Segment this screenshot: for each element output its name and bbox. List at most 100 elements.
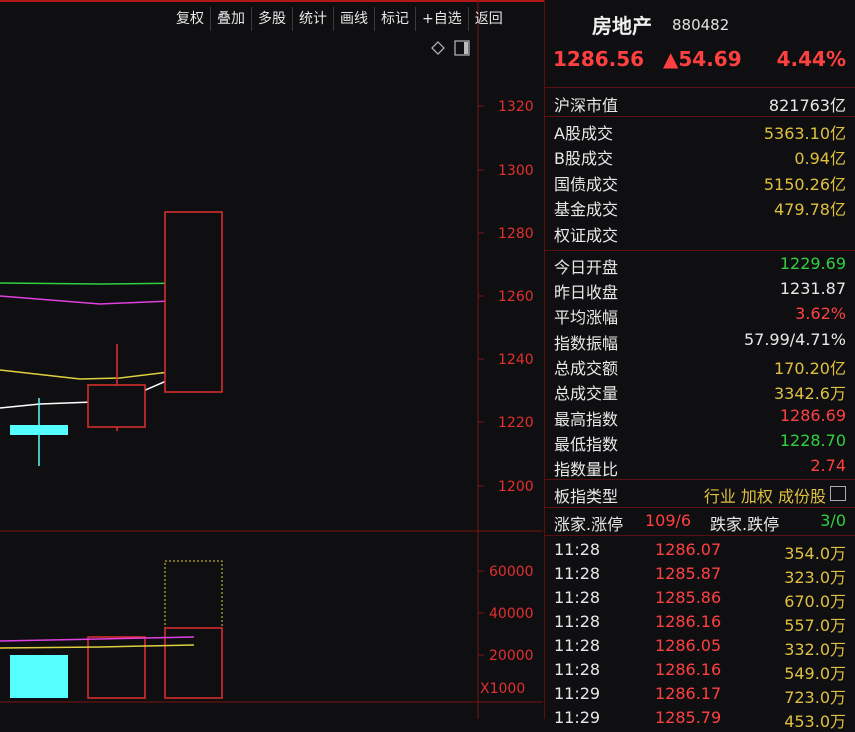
index-change-pct: 4.44% xyxy=(776,47,846,71)
tick-price: 1286.16 xyxy=(655,612,722,631)
tick-volume: 354.0万 xyxy=(784,544,846,563)
up-label: 涨家.涨停 xyxy=(554,515,624,534)
stat-row: 权证成交 xyxy=(545,222,855,247)
volume-bar[interactable] xyxy=(164,627,223,699)
stat-row: 国债成交 5150.26亿 xyxy=(545,171,855,196)
stat-row: 最低指数 1228.70 xyxy=(545,431,855,456)
stat-label: 最高指数 xyxy=(554,410,619,429)
tick-price: 1286.07 xyxy=(655,540,722,559)
tick-row: 11:28 1285.87 323.0万 xyxy=(545,564,855,588)
down-value: 3/0 xyxy=(820,511,846,530)
stat-value: 821763亿 xyxy=(768,96,846,115)
down-label: 跌家.跌停 xyxy=(710,515,780,534)
tick-row: 11:28 1286.07 354.0万 xyxy=(545,540,855,564)
stat-label: 指数量比 xyxy=(554,460,619,479)
tick-time: 11:28 xyxy=(554,612,601,631)
stat-row: 最高指数 1286.69 xyxy=(545,406,855,431)
volume-unit-label: X1000 xyxy=(480,681,525,697)
tick-time: 11:28 xyxy=(554,540,601,559)
candle-up[interactable] xyxy=(87,384,146,428)
toolbar-restore-rights[interactable]: 复权 xyxy=(170,7,211,31)
stat-label: 指数振幅 xyxy=(554,334,619,353)
board-type-value: 行业 加权 成份股 xyxy=(703,487,826,506)
stat-value: 5363.10亿 xyxy=(763,124,846,143)
price-tick-label: 1320 xyxy=(498,99,534,115)
tick-volume: 557.0万 xyxy=(784,616,846,635)
stat-row: 沪深市值 821763亿 xyxy=(545,92,855,117)
stat-value: 170.20亿 xyxy=(774,359,846,378)
tick-time: 11:28 xyxy=(554,660,601,679)
tick-volume: 453.0万 xyxy=(784,712,846,731)
tick-volume: 670.0万 xyxy=(784,592,846,611)
stat-value: 5150.26亿 xyxy=(763,175,846,194)
up-value: 109/6 xyxy=(645,511,692,530)
window-toggle-icon-fill xyxy=(464,42,468,54)
stat-label: 平均涨幅 xyxy=(554,308,619,327)
stat-value: 1231.87 xyxy=(779,279,846,298)
stat-value: 0.94亿 xyxy=(794,149,846,168)
tick-price: 1286.16 xyxy=(655,660,722,679)
tick-time: 11:29 xyxy=(554,708,601,727)
candle-up[interactable] xyxy=(164,211,223,393)
toolbar-draw-line[interactable]: 画线 xyxy=(334,7,375,31)
stat-label: 昨日收盘 xyxy=(554,283,619,302)
stat-label: 总成交量 xyxy=(554,384,619,403)
tick-price: 1286.17 xyxy=(655,684,722,703)
tick-row: 11:29 1286.17 723.0万 xyxy=(545,684,855,708)
tick-time: 11:28 xyxy=(554,636,601,655)
price-tick-label: 1260 xyxy=(498,289,534,305)
stat-row: 指数量比 2.74 xyxy=(545,456,855,481)
toolbar-multi-stock[interactable]: 多股 xyxy=(252,7,293,31)
tick-time: 11:28 xyxy=(554,564,601,583)
volume-tick-label: 60000 xyxy=(489,564,534,580)
stat-label: A股成交 xyxy=(554,124,613,143)
stat-label: 国债成交 xyxy=(554,175,619,194)
divider xyxy=(545,116,855,117)
toolbar-add-watchlist[interactable]: +自选 xyxy=(416,7,469,31)
stat-row: 指数振幅 57.99/4.71% xyxy=(545,330,855,355)
tick-price: 1285.87 xyxy=(655,564,722,583)
tick-volume: 723.0万 xyxy=(784,688,846,707)
divider xyxy=(545,250,855,251)
tick-row: 11:28 1286.05 332.0万 xyxy=(545,636,855,660)
tick-row: 11:28 1285.86 670.0万 xyxy=(545,588,855,612)
toolbar-statistics[interactable]: 统计 xyxy=(293,7,334,31)
stat-label: 最低指数 xyxy=(554,435,619,454)
board-type-row: 板指类型 行业 加权 成份股 xyxy=(545,483,855,508)
stat-label: 权证成交 xyxy=(554,226,619,245)
volume-tick-label: 40000 xyxy=(489,606,534,622)
price-tick-label: 1220 xyxy=(498,415,534,431)
stat-label: 总成交额 xyxy=(554,359,619,378)
price-tick-label: 1240 xyxy=(498,352,534,368)
stat-value: 3.62% xyxy=(795,304,846,323)
stat-value: 1286.69 xyxy=(779,406,846,425)
stat-row: 基金成交 479.78亿 xyxy=(545,196,855,221)
divider xyxy=(545,507,855,508)
tick-volume: 332.0万 xyxy=(784,640,846,659)
price-tick-label: 1300 xyxy=(498,163,534,179)
toolbar-mark[interactable]: 标记 xyxy=(375,7,416,31)
updown-row: 涨家.涨停 109/6 跌家.跌停 3/0 xyxy=(545,511,855,536)
tick-volume: 549.0万 xyxy=(784,664,846,683)
toolbar-overlay[interactable]: 叠加 xyxy=(211,7,252,31)
stat-value: 2.74 xyxy=(810,456,846,475)
tick-price: 1286.05 xyxy=(655,636,722,655)
stat-row: 总成交额 170.20亿 xyxy=(545,355,855,380)
toolbar-back[interactable]: 返回 xyxy=(469,7,509,31)
volume-bar[interactable] xyxy=(10,655,68,698)
stat-row: A股成交 5363.10亿 xyxy=(545,120,855,145)
tick-row: 11:28 1286.16 557.0万 xyxy=(545,612,855,636)
stat-row: 平均涨幅 3.62% xyxy=(545,304,855,329)
stat-label: B股成交 xyxy=(554,149,613,168)
candle-down[interactable] xyxy=(10,425,68,435)
stat-label: 沪深市值 xyxy=(554,96,619,115)
diamond-icon[interactable] xyxy=(431,41,445,55)
divider xyxy=(545,479,855,480)
tick-row: 11:29 1285.79 453.0万 xyxy=(545,708,855,732)
price-tick-label: 1200 xyxy=(498,479,534,495)
tick-volume: 323.0万 xyxy=(784,568,846,587)
grid-icon[interactable] xyxy=(830,486,846,501)
kline-chart[interactable]: 1320 1300 1280 1260 1240 1220 1200 60000… xyxy=(0,0,543,719)
tick-time: 11:28 xyxy=(554,588,601,607)
stat-value: 1229.69 xyxy=(779,254,846,273)
